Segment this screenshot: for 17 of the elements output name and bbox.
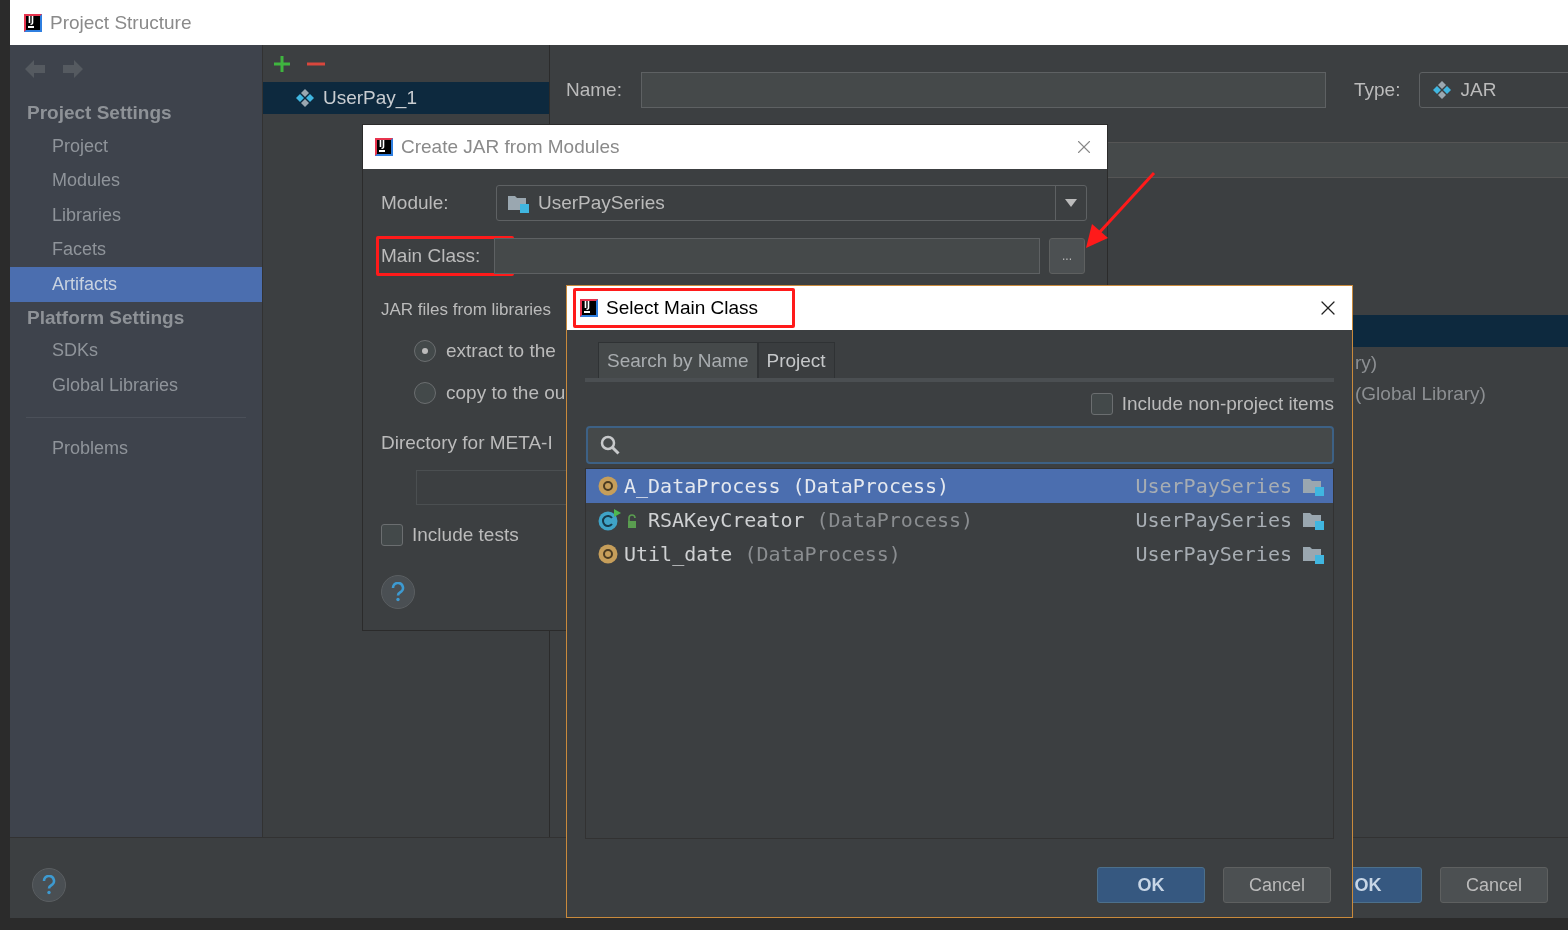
name-label: Name: — [566, 79, 622, 101]
app-logo: IJ — [580, 299, 598, 317]
checkbox-label: Include tests — [412, 524, 519, 546]
type-label: Type: — [1353, 79, 1401, 101]
sidebar-heading: Platform Settings — [26, 305, 186, 330]
checkbox-label: Include non-project items — [1121, 393, 1334, 415]
directory-label: Directory for META-I — [381, 432, 553, 454]
jar-files-label: JAR files from libraries — [381, 300, 552, 320]
option-label: copy to the ou — [446, 382, 566, 404]
dialog-title: Select Main Class — [606, 297, 759, 319]
window-title: Project Structure — [50, 11, 192, 34]
dialog-title: Create JAR from Modules — [401, 136, 620, 158]
app-logo: IJ — [375, 138, 393, 156]
option-label: extract to the — [446, 340, 556, 362]
module-label: Module: — [381, 192, 450, 214]
app-logo: IJ — [24, 13, 42, 32]
sidebar-heading: Project Settings — [26, 101, 173, 125]
